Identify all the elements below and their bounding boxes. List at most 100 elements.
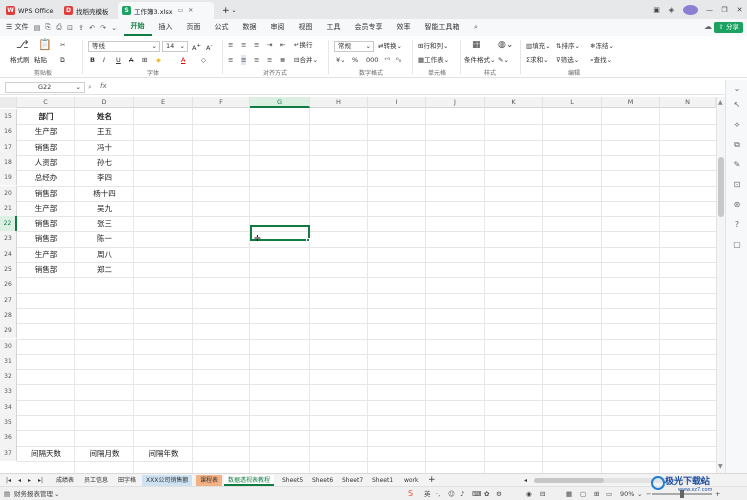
eye-protect-icon[interactable]: ◉: [526, 487, 532, 500]
add-sheet-button[interactable]: +: [424, 475, 440, 486]
reading-view-icon[interactable]: ▭: [606, 487, 612, 500]
cell-department[interactable]: 销售部: [17, 231, 75, 246]
align-top-icon[interactable]: ≡: [228, 40, 233, 50]
column-header-f[interactable]: F: [193, 97, 250, 108]
input-method-icon[interactable]: S: [408, 487, 413, 500]
row-header-31[interactable]: 31: [0, 353, 17, 370]
cell-name[interactable]: 张三: [75, 216, 134, 231]
row-header-28[interactable]: 28: [0, 307, 17, 324]
row-header-22[interactable]: 22: [0, 216, 17, 232]
cell-name[interactable]: 陈一: [75, 231, 134, 246]
menu-efficiency[interactable]: 效率: [390, 19, 418, 36]
preview-icon[interactable]: ⊡: [65, 24, 76, 32]
increase-decimal-icon[interactable]: ⁺⁰: [384, 55, 390, 65]
row-header-21[interactable]: 21: [0, 200, 17, 217]
sheet-tab[interactable]: 田字格: [114, 475, 140, 486]
share-button[interactable]: ⇧ 分享: [714, 22, 743, 33]
paste-icon[interactable]: 📋: [38, 39, 52, 50]
menu-formula[interactable]: 公式: [208, 19, 236, 36]
tab-docer-templates[interactable]: D 找稻壳模板: [60, 2, 116, 19]
restore-icon[interactable]: ❐: [717, 6, 732, 14]
layout-icon[interactable]: ▣: [649, 6, 664, 14]
tool2-icon[interactable]: ⚙: [496, 487, 502, 500]
sheet-tab[interactable]: XXX公司销售额: [142, 475, 193, 486]
cell-department[interactable]: 销售部: [17, 186, 75, 201]
cell-department[interactable]: 销售部: [17, 216, 75, 231]
font-size-select[interactable]: 14 ⌄: [162, 41, 188, 52]
cell-department[interactable]: 生产部: [17, 201, 75, 216]
sheet-tab[interactable]: Sheet6: [308, 475, 337, 486]
redo-icon[interactable]: ↷: [98, 24, 109, 32]
format-painter-icon[interactable]: ⎇: [16, 39, 29, 50]
column-header-n[interactable]: N: [660, 97, 716, 108]
close-tab-icon[interactable]: ✕: [188, 7, 193, 14]
scroll-down-icon[interactable]: ▼: [718, 463, 723, 470]
menu-member[interactable]: 会员专享: [348, 19, 390, 36]
row-header-34[interactable]: 34: [0, 399, 17, 415]
avatar[interactable]: [683, 4, 698, 15]
menu-page[interactable]: 页面: [180, 19, 208, 36]
fill-color-icon[interactable]: ◈: [156, 55, 161, 65]
find-button[interactable]: ⌕查找⌄: [590, 55, 612, 65]
clear-format-icon[interactable]: ◇: [201, 55, 206, 65]
align-left-icon[interactable]: ≡: [228, 55, 233, 65]
cell-department[interactable]: 销售部: [17, 262, 75, 277]
cell-department[interactable]: 生产部: [17, 124, 75, 139]
worksheet-button[interactable]: ▦工作表⌄: [418, 55, 449, 65]
tools-icon[interactable]: ✎: [732, 160, 742, 169]
cell-department[interactable]: 人资部: [17, 155, 75, 170]
cell-name[interactable]: 冯十: [75, 140, 134, 155]
column-header-d[interactable]: D: [75, 97, 134, 108]
font-color-icon[interactable]: A: [181, 55, 185, 65]
cut-icon[interactable]: ✂: [60, 40, 65, 50]
skin-icon[interactable]: ◈: [664, 6, 679, 14]
close-icon[interactable]: ✕: [732, 6, 747, 14]
fx-icon[interactable]: fx: [100, 82, 107, 90]
row-header-23[interactable]: 23: [0, 231, 17, 247]
sum-button[interactable]: Σ求和⌄: [526, 55, 549, 65]
save-icon[interactable]: ▤: [32, 24, 43, 32]
status-left-text[interactable]: 财务报表管理: [14, 487, 53, 500]
align-middle-icon[interactable]: ≡: [241, 40, 246, 50]
fill-button[interactable]: ▥填充⌄: [526, 41, 551, 51]
convert-button[interactable]: ⇄转换⌄: [378, 41, 402, 51]
emoji-icon[interactable]: ☺: [448, 487, 455, 500]
distribute-icon[interactable]: ≣: [280, 55, 285, 65]
row-col-button[interactable]: ⊞行和列⌄: [418, 41, 448, 51]
zoom-level[interactable]: 90%: [620, 487, 634, 500]
row-header-32[interactable]: 32: [0, 369, 17, 385]
row-header-29[interactable]: 29: [0, 323, 17, 339]
sheet-tab[interactable]: Sheet1: [368, 475, 397, 486]
cell-name[interactable]: 王五: [75, 124, 134, 139]
menu-tools[interactable]: 工具: [320, 19, 348, 36]
zoom-icon[interactable]: ⌕: [88, 83, 92, 92]
sheet-tab[interactable]: 员工信息: [80, 475, 112, 486]
more-chevron-icon[interactable]: ⌄: [109, 24, 120, 32]
feedback-icon[interactable]: ▢: [732, 240, 742, 249]
underline-icon[interactable]: U: [116, 55, 121, 65]
hscroll-left-icon[interactable]: ◂: [520, 475, 531, 486]
column-header-h[interactable]: H: [310, 97, 368, 108]
tab-wps-office[interactable]: W WPS Office: [2, 2, 60, 19]
share-panel-icon[interactable]: ⊛: [732, 200, 742, 209]
font-name-select[interactable]: 等线 ⌄: [88, 41, 160, 52]
freeze-button[interactable]: ❄冻结⌄: [590, 41, 614, 51]
cell-name[interactable]: 李四: [75, 170, 134, 185]
cell-partial[interactable]: 间隔天数: [17, 446, 75, 461]
name-box[interactable]: G22 ⌄: [5, 82, 85, 93]
help-icon[interactable]: ?: [732, 220, 742, 229]
panel-collapse-icon[interactable]: ⌄: [732, 84, 742, 93]
cell-name[interactable]: 郑二: [75, 262, 134, 277]
row-header-20[interactable]: 20: [0, 185, 17, 201]
macro-icon[interactable]: ▤: [4, 487, 10, 500]
menu-data[interactable]: 数据: [236, 19, 264, 36]
merge-button[interactable]: ⊟合并⌄: [294, 55, 318, 65]
column-header-l[interactable]: L: [543, 97, 602, 108]
menu-view[interactable]: 视图: [292, 19, 320, 36]
cell-header-name[interactable]: 姓名: [75, 109, 134, 124]
cell-partial[interactable]: 间隔月数: [75, 446, 134, 461]
fill-handle[interactable]: [306, 238, 310, 242]
paste-button[interactable]: 粘贴: [34, 55, 47, 65]
tab-workbook[interactable]: S 工作簿3.xlsx ▭ ✕: [118, 2, 214, 19]
cell-department[interactable]: 总经办: [17, 170, 75, 185]
